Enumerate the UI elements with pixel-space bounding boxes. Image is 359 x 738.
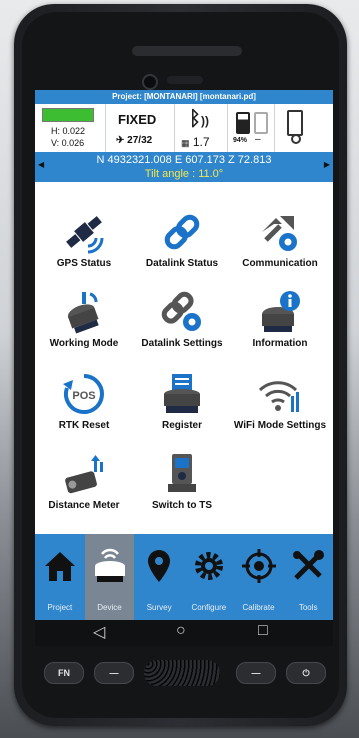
battery-secondary: –	[255, 134, 261, 145]
nav-configure[interactable]: Configure	[184, 534, 234, 620]
right-arrow-icon: ▶	[323, 160, 330, 169]
menu-switch-to-ts[interactable]: Switch to TS	[133, 452, 231, 512]
front-camera	[142, 74, 158, 90]
bottom-nav: Project Device Survey Configure Calibrat…	[35, 534, 333, 620]
svg-text:POS: POS	[72, 390, 95, 402]
v-precision: V: 0.026	[51, 138, 85, 148]
location-pin-icon	[141, 548, 177, 584]
system-navigation-bar: ◁ ○ □	[35, 620, 333, 646]
menu-wifi-mode-settings[interactable]: WiFi Mode Settings	[231, 372, 329, 432]
pos-reset-icon: POS	[62, 372, 106, 416]
status-bar: H: 0.022 V: 0.026 FIXED ✈ 27/32 ᛒ)) ▦ 1.…	[35, 104, 333, 152]
nav-project[interactable]: Project	[35, 534, 85, 620]
accuracy-panel[interactable]: H: 0.022 V: 0.026	[35, 104, 106, 152]
nav-label: Tools	[298, 603, 318, 612]
nav-label: Project	[47, 603, 73, 612]
receiver-info-icon	[258, 290, 302, 334]
coordinate-bar: ◀ N 4932321.008 E 607.173 Z 72.813 Tilt …	[35, 152, 333, 182]
communication-gear-icon	[258, 210, 302, 254]
connection-dot-icon	[291, 134, 301, 144]
register-icon	[160, 372, 204, 416]
satellite-icon: ✈	[116, 135, 125, 146]
gear-icon	[191, 548, 227, 584]
menu-rtk-reset[interactable]: POS RTK Reset	[35, 372, 133, 432]
menu-label: Datalink Settings	[141, 338, 223, 349]
pdop-row: ▦ 1.7	[181, 135, 210, 149]
menu-working-mode[interactable]: Working Mode	[35, 290, 133, 350]
grid-icon: ▦	[181, 138, 190, 148]
menu-label: Datalink Status	[145, 258, 219, 269]
connection-icon	[287, 110, 303, 136]
coordinates: N 4932321.008 E 607.173 Z 72.813	[96, 154, 272, 166]
battery-icon	[236, 112, 250, 134]
bluetooth-icon: ᛒ))	[189, 108, 209, 130]
battery-panel[interactable]: 94% –	[228, 104, 275, 152]
menu-information[interactable]: Information	[231, 290, 329, 350]
nav-label: Calibrate	[242, 603, 275, 612]
satellite-count-row: ✈ 27/32	[116, 135, 152, 146]
tools-icon	[290, 548, 326, 584]
menu-label: WiFi Mode Settings	[233, 420, 327, 431]
menu-datalink-settings[interactable]: Datalink Settings	[133, 290, 231, 350]
nav-label: Survey	[146, 603, 172, 612]
menu-label: GPS Status	[56, 258, 112, 269]
satellite-icon	[62, 210, 106, 254]
menu-label: Switch to TS	[152, 500, 212, 511]
nav-survey[interactable]: Survey	[134, 534, 184, 620]
tilt-angle: Tilt angle : 11.0°	[144, 168, 224, 180]
menu-register[interactable]: Register	[133, 372, 231, 432]
nav-calibrate[interactable]: Calibrate	[234, 534, 284, 620]
menu-label: Working Mode	[49, 338, 119, 349]
h-precision: H: 0.022	[51, 126, 86, 136]
total-station-icon	[160, 452, 204, 496]
link-gear-icon	[160, 290, 204, 334]
menu-label: RTK Reset	[58, 420, 110, 431]
power-key[interactable]: ⏻	[286, 662, 326, 684]
menu-label: Register	[161, 420, 202, 431]
hardware-keys: FN — — ⏻	[28, 660, 330, 690]
battery-percent: 94%	[233, 137, 248, 144]
battery-empty-icon	[254, 112, 268, 134]
proximity-sensor	[167, 76, 203, 84]
satellite-count: 27/32	[127, 135, 153, 146]
home-icon	[42, 548, 78, 584]
nav-label: Configure	[191, 603, 227, 612]
menu-distance-meter[interactable]: Distance Meter	[35, 452, 133, 512]
menu-label: Distance Meter	[48, 500, 120, 511]
nav-device[interactable]: Device	[84, 534, 135, 620]
receiver-icon	[92, 548, 128, 584]
menu-communication[interactable]: Communication	[231, 210, 329, 270]
left-soft-key[interactable]: —	[94, 662, 134, 684]
device-menu-grid: GPS Status Datalink Status Communication…	[35, 182, 333, 534]
wifi-icon	[258, 372, 302, 416]
right-soft-key[interactable]: —	[236, 662, 276, 684]
menu-datalink-status[interactable]: Datalink Status	[133, 210, 231, 270]
earpiece	[132, 46, 242, 56]
fix-status: FIXED	[118, 112, 157, 127]
nav-label: Device	[97, 603, 122, 612]
menu-label: Communication	[242, 258, 318, 269]
distance-meter-icon	[62, 452, 106, 496]
recents-button[interactable]: □	[258, 622, 268, 640]
project-title-bar: Project: [MONTANARI] [montanari.pd]	[35, 90, 333, 104]
pdop-value: 1.7	[192, 135, 210, 149]
accuracy-gauge	[42, 108, 94, 122]
link-icon	[160, 210, 204, 254]
fix-panel[interactable]: FIXED ✈ 27/32	[106, 104, 175, 152]
back-button[interactable]: ◁	[93, 622, 105, 642]
crosshair-icon	[241, 548, 277, 584]
speaker-grille	[144, 660, 220, 686]
nav-tools[interactable]: Tools	[283, 534, 333, 620]
connection-panel[interactable]	[275, 104, 315, 152]
menu-gps-status[interactable]: GPS Status	[35, 210, 133, 270]
fn-key[interactable]: FN	[44, 662, 84, 684]
bluetooth-panel[interactable]: ᛒ)) ▦ 1.7	[175, 104, 228, 152]
menu-label: Information	[252, 338, 308, 349]
receiver-mode-icon	[62, 290, 106, 334]
home-button[interactable]: ○	[176, 622, 186, 640]
screen: Project: [MONTANARI] [montanari.pd] H: 0…	[35, 90, 333, 620]
